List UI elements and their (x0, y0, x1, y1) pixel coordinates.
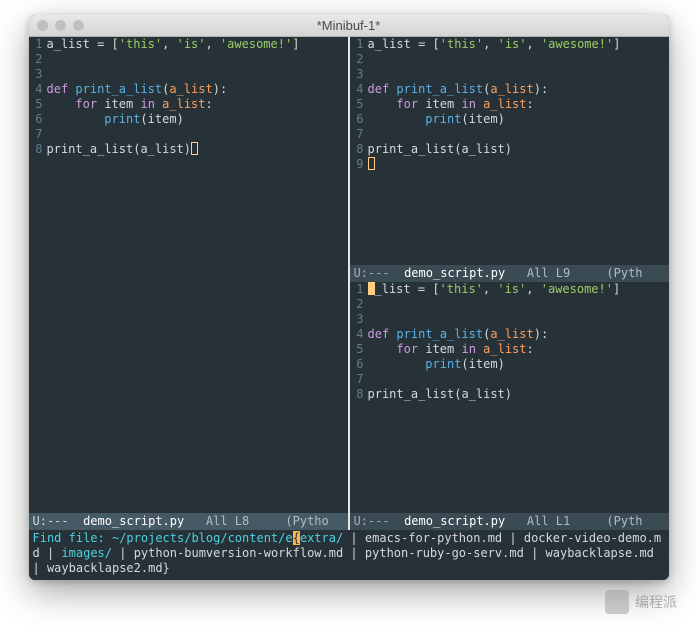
completion-dir[interactable]: extra/ (300, 531, 343, 545)
minibuffer-cursor: { (293, 531, 300, 545)
code-right-bottom[interactable]: _list = ['this', 'is', 'awesome!'] def p… (368, 282, 669, 402)
app-window: *Minibuf-1* 1 2 3 4 5 6 7 8 (29, 15, 669, 580)
cursor-right-bottom (368, 282, 375, 295)
empty-area-rb[interactable] (350, 402, 669, 513)
modeline-right-top[interactable]: U:--- demo_script.py All L9 (Pyth (350, 265, 669, 282)
cursor-left (191, 142, 198, 155)
watermark: 编程派 (605, 590, 677, 614)
gutter-left: 1 2 3 4 5 6 7 8 (29, 37, 47, 157)
code-right-top[interactable]: a_list = ['this', 'is', 'awesome!'] def … (368, 37, 669, 172)
window-title: *Minibuf-1* (29, 18, 669, 33)
wechat-icon (605, 590, 629, 614)
empty-area-rt[interactable] (350, 172, 669, 265)
minibuffer-prompt: Find file: (33, 531, 112, 545)
pane-right: 1 2 3 4 5 6 7 8 9 a_list = ['this', 'is'… (350, 37, 669, 530)
modeline-right-bottom[interactable]: U:--- demo_script.py All L1 (Pyth (350, 513, 669, 530)
modeline-left[interactable]: U:--- demo_script.py All L8 (Pytho (29, 513, 348, 530)
editor-frame: 1 2 3 4 5 6 7 8 a_list = ['this', 'is', … (29, 37, 669, 580)
completion-option[interactable]: waybacklapse2.md (47, 561, 163, 575)
empty-area[interactable] (29, 157, 348, 513)
completion-dir[interactable]: images/ (61, 546, 112, 560)
completion-option[interactable]: python-ruby-go-serv.md (365, 546, 524, 560)
minibuffer[interactable]: Find file: ~/projects/blog/content/e{ext… (29, 530, 669, 580)
completion-option[interactable]: waybacklapse.md (546, 546, 654, 560)
buffer-left[interactable]: 1 2 3 4 5 6 7 8 a_list = ['this', 'is', … (29, 37, 348, 157)
buffer-right-top[interactable]: 1 2 3 4 5 6 7 8 9 a_list = ['this', 'is'… (350, 37, 669, 172)
cursor-right-top (368, 157, 375, 170)
code-left[interactable]: a_list = ['this', 'is', 'awesome!'] def … (47, 37, 348, 157)
gutter-right-bottom: 1 2 3 4 5 6 7 8 (350, 282, 368, 402)
titlebar[interactable]: *Minibuf-1* (29, 15, 669, 37)
buffer-right-bottom[interactable]: 1 2 3 4 5 6 7 8 _list = ['this', 'is', '… (350, 282, 669, 402)
completion-option[interactable]: python-bumversion-workflow.md (134, 546, 344, 560)
gutter-right-top: 1 2 3 4 5 6 7 8 9 (350, 37, 368, 172)
completion-option[interactable]: emacs-for-python.md (365, 531, 502, 545)
pane-left[interactable]: 1 2 3 4 5 6 7 8 a_list = ['this', 'is', … (29, 37, 350, 530)
watermark-text: 编程派 (635, 592, 677, 612)
